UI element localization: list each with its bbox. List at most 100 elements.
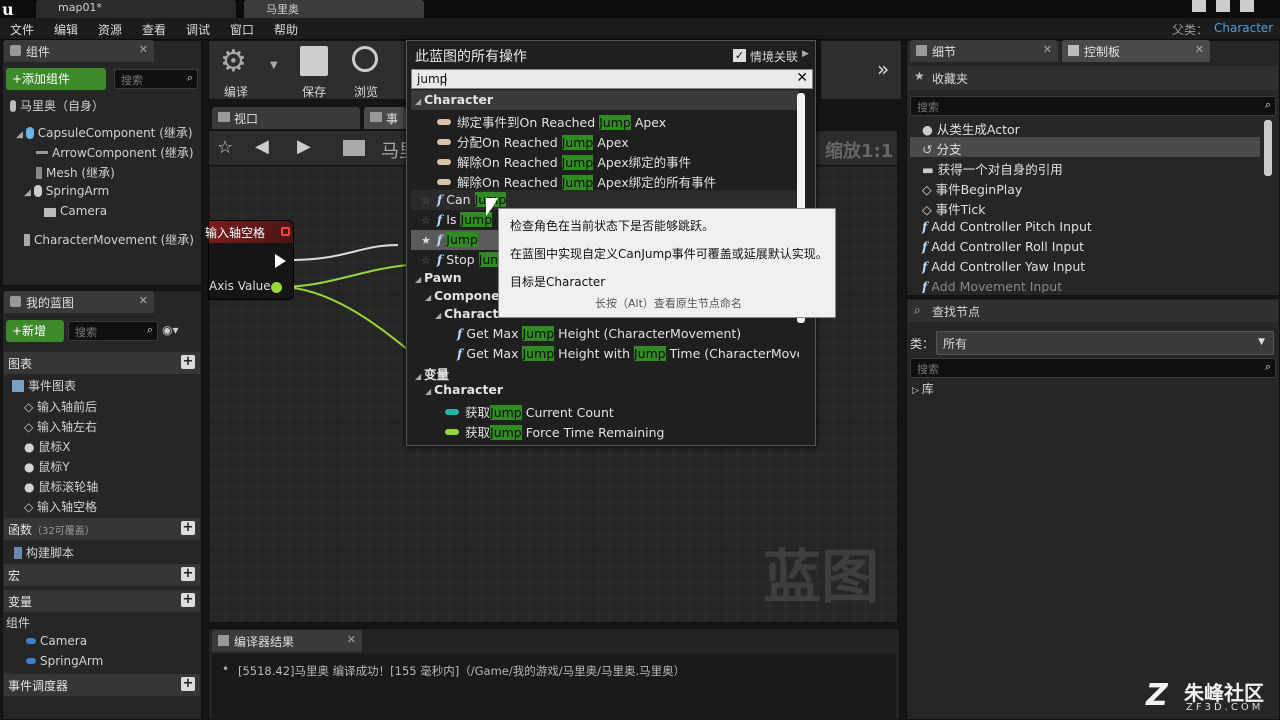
add-dispatcher-button[interactable]: + [181, 677, 195, 691]
component-arrow[interactable]: ArrowComponent (继承) [36, 144, 194, 161]
my-blueprint-tab[interactable]: 我的蓝图 ✕ [4, 291, 154, 313]
parent-class-link[interactable]: Character [1214, 21, 1273, 35]
minimize-icon[interactable] [1192, 0, 1206, 12]
favorites-header[interactable]: ★ 收藏夹 [908, 66, 1278, 90]
components-search-input[interactable]: 搜索 ⌕ [114, 69, 198, 89]
action-item[interactable]: ☆ f Can Jump [411, 190, 799, 210]
palette-item[interactable]: f Add Controller Yaw Input [922, 259, 1085, 274]
action-category[interactable]: ◢ Character [411, 90, 799, 110]
action-item[interactable]: 解除On Reached Jump Apex绑定的事件 [411, 150, 799, 170]
star-icon[interactable]: ☆ [217, 137, 233, 158]
input-axis-node[interactable]: 输入轴空格 Axis Value [205, 220, 294, 300]
add-component-button[interactable]: +添加组件 [6, 68, 106, 90]
menu-window[interactable]: 窗口 [230, 21, 254, 38]
expand-arrow-icon[interactable]: ◢ [16, 130, 26, 140]
action-item[interactable]: 解除On Reached Jump Apex绑定的所有事件 [411, 170, 799, 190]
collapse-arrow-icon[interactable]: ◢ [415, 97, 424, 106]
close-icon[interactable] [1240, 0, 1254, 12]
palette-item[interactable]: ▬ 获得一个对自身的引用 [922, 159, 1063, 178]
clear-search-icon[interactable]: ✕ [796, 70, 808, 86]
event-item[interactable]: ◇ 输入轴左右 [24, 418, 97, 435]
close-icon[interactable]: ✕ [139, 43, 148, 56]
hierarchy-icon[interactable] [343, 140, 365, 156]
close-icon[interactable]: ✕ [139, 294, 148, 307]
favorites-search-input[interactable]: 搜索 ⌕ [910, 96, 1276, 116]
event-item[interactable]: ◇ 输入轴空格 [24, 498, 97, 515]
exec-pin-icon[interactable] [275, 254, 286, 268]
variable-item[interactable]: SpringArm [26, 654, 103, 668]
add-variable-button[interactable]: + [181, 593, 195, 607]
event-item[interactable]: ● 鼠标X [24, 438, 71, 455]
palette-item[interactable]: f Add Movement Input [922, 279, 1062, 293]
action-search-input[interactable]: jump ✕ [411, 69, 813, 89]
favorite-star-icon[interactable]: ☆ [421, 254, 431, 267]
maximize-icon[interactable] [1216, 0, 1230, 12]
menu-debug[interactable]: 调试 [186, 21, 210, 38]
construction-script-item[interactable]: 构建脚本 [14, 544, 74, 561]
tab-map01[interactable]: map01* [36, 0, 236, 18]
components-tab[interactable]: 组件 ✕ [4, 40, 154, 62]
menu-edit[interactable]: 编辑 [54, 21, 78, 38]
action-item[interactable]: f Get Max Jump Height with Jump Time (Cha… [411, 344, 799, 364]
library-item[interactable]: ▷ 库 [912, 380, 934, 397]
close-icon[interactable]: ✕ [347, 633, 356, 646]
expand-arrow-icon[interactable]: ▷ [912, 386, 922, 396]
compile-button[interactable]: ⚙ ▼ 编译 [212, 42, 282, 99]
unreal-logo-icon[interactable]: u [2, 0, 22, 19]
action-category[interactable]: ◢ Character [411, 380, 799, 400]
components-category[interactable]: 组件 [6, 614, 30, 631]
palette-item[interactable]: ↺ 分支 [922, 139, 961, 158]
tab-event-graph[interactable]: 事件 [364, 107, 408, 143]
functions-header[interactable]: 函数（32可覆盖） + [4, 518, 200, 540]
dropdown-icon[interactable]: ▼ [270, 60, 278, 71]
component-mesh[interactable]: Mesh (继承) [36, 164, 115, 181]
palette-item[interactable]: ◇ 事件Tick [922, 199, 985, 218]
close-icon[interactable]: ✕ [1195, 43, 1204, 56]
graphs-header[interactable]: 图表 + [4, 352, 200, 374]
add-graph-button[interactable]: + [181, 355, 195, 369]
back-icon[interactable]: ◀ [255, 136, 269, 157]
compiler-tab[interactable]: 编译器结果 ✕ [212, 630, 362, 652]
favorite-star-icon[interactable]: ☆ [421, 194, 431, 207]
scrollbar-thumb[interactable] [1264, 120, 1272, 176]
add-macro-button[interactable]: + [181, 567, 195, 581]
menu-help[interactable]: 帮助 [274, 21, 298, 38]
save-button[interactable]: 保存 [292, 42, 336, 99]
favorite-star-icon[interactable]: ★ [421, 234, 431, 247]
palette-item[interactable]: ◇ 事件BeginPlay [922, 179, 1022, 198]
palette-item[interactable]: f Add Controller Pitch Input [922, 219, 1092, 234]
tab-mario[interactable]: 马里奥 [244, 0, 424, 18]
action-item[interactable]: 分配On Reached Jump Apex [411, 130, 799, 150]
component-charmovement[interactable]: CharacterMovement (继承) [24, 231, 194, 248]
favorite-star-icon[interactable]: ☆ [421, 214, 431, 227]
action-item[interactable]: f Get Max Jump Height (CharacterMovement) [411, 324, 799, 344]
close-icon[interactable]: ✕ [1043, 43, 1052, 56]
component-capsule[interactable]: ◢ CapsuleComponent (继承) [16, 124, 193, 141]
browse-button[interactable]: 浏览 [344, 42, 388, 99]
dispatchers-header[interactable]: 事件调度器 + [4, 674, 200, 696]
class-select[interactable]: 所有 ▼ [936, 331, 1274, 355]
palette-item[interactable]: ● 从类生成Actor [922, 119, 1020, 138]
action-item[interactable]: 获取Jump Force Time Remaining [411, 420, 799, 440]
variables-header[interactable]: 变量 + [4, 590, 200, 612]
menu-file[interactable]: 文件 [10, 21, 34, 38]
palette-tab[interactable]: 控制板 ✕ [1062, 40, 1210, 62]
blueprint-search-input[interactable]: 搜索 ⌕ [68, 321, 158, 341]
add-function-button[interactable]: + [181, 521, 195, 535]
event-item[interactable]: ◇ 输入轴前后 [24, 398, 97, 415]
eye-icon[interactable]: ◉▾ [162, 323, 179, 337]
menu-asset[interactable]: 资源 [98, 21, 122, 38]
event-item[interactable]: ● 鼠标Y [24, 458, 70, 475]
new-button[interactable]: +新增 [6, 320, 64, 342]
event-item[interactable]: ● 鼠标滚轮轴 [24, 478, 98, 495]
data-pin-icon[interactable] [271, 282, 282, 293]
component-root[interactable]: 马里奥（自身） [10, 97, 104, 114]
action-item[interactable]: 获取Jump Current Count [411, 400, 799, 420]
find-nodes-search-input[interactable]: 搜索 ⌕ [910, 358, 1276, 378]
forward-icon[interactable]: ▶ [297, 136, 311, 157]
palette-item[interactable]: f Add Controller Roll Input [922, 239, 1084, 254]
context-checkbox[interactable]: ✓ [733, 49, 746, 62]
component-camera[interactable]: Camera [44, 204, 107, 218]
event-graph-item[interactable]: 事件图表 [12, 377, 76, 394]
tab-viewport[interactable]: 视口 [212, 107, 360, 129]
